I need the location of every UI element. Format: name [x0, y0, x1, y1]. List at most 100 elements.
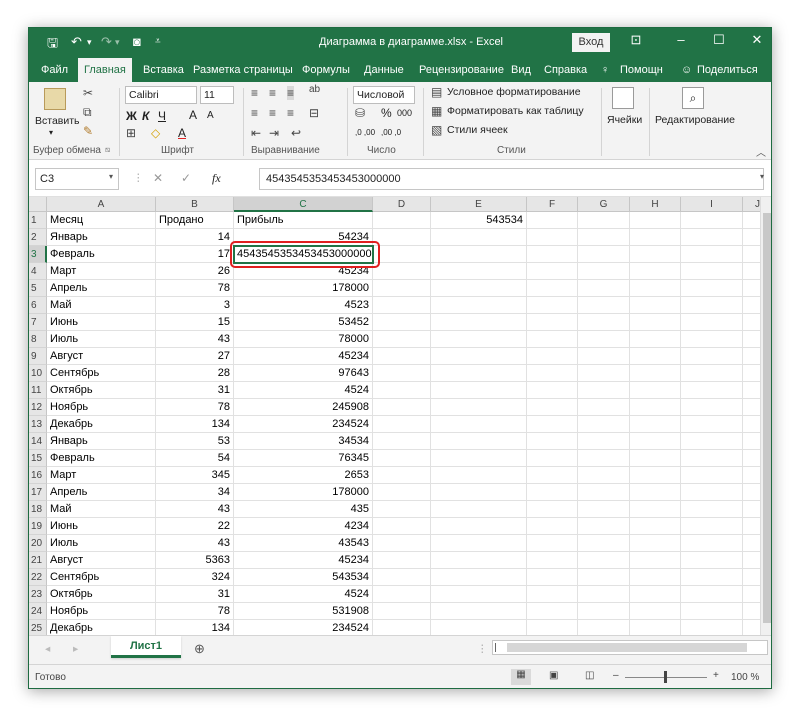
cell-h6[interactable] — [630, 297, 681, 314]
cell-h12[interactable] — [630, 399, 681, 416]
zoom-out-icon[interactable]: – — [613, 670, 619, 681]
zoom-in-icon[interactable]: + — [713, 670, 719, 681]
cell-d11[interactable] — [373, 382, 431, 399]
cell-g4[interactable] — [578, 263, 630, 280]
row-header[interactable]: 22 — [29, 569, 47, 586]
decrease-decimal-button[interactable]: ,00 ,0 — [381, 128, 401, 137]
cell-d24[interactable] — [373, 603, 431, 620]
share-icon[interactable]: ☺ — [679, 58, 694, 82]
cell-d7[interactable] — [373, 314, 431, 331]
cell-c7[interactable]: 53452 — [234, 314, 373, 331]
cell-f4[interactable] — [527, 263, 578, 280]
expand-formula-icon[interactable]: ▾ — [760, 172, 764, 181]
cell-c8[interactable]: 78000 — [234, 331, 373, 348]
row-header[interactable]: 23 — [29, 586, 47, 603]
thousands-button[interactable]: 000 — [397, 108, 412, 118]
increase-indent-icon[interactable]: ⇥ — [269, 126, 279, 140]
cell-a12[interactable]: Ноябрь — [47, 399, 156, 416]
tab-data[interactable]: Данные — [362, 58, 406, 82]
cell-h5[interactable] — [630, 280, 681, 297]
cell-g14[interactable] — [578, 433, 630, 450]
cell-c23[interactable]: 4524 — [234, 586, 373, 603]
cell-d18[interactable] — [373, 501, 431, 518]
cell-i16[interactable] — [681, 467, 743, 484]
cell-a22[interactable]: Сентябрь — [47, 569, 156, 586]
tab-help[interactable]: Справка — [542, 58, 589, 82]
cells-button[interactable]: Ячейки — [607, 114, 642, 126]
cell-f13[interactable] — [527, 416, 578, 433]
cell-f11[interactable] — [527, 382, 578, 399]
cell-c16[interactable]: 2653 — [234, 467, 373, 484]
row-header[interactable]: 15 — [29, 450, 47, 467]
tab-insert[interactable]: Вставка — [141, 58, 186, 82]
cell-h16[interactable] — [630, 467, 681, 484]
cell-c1[interactable]: Прибыль — [234, 212, 373, 229]
drag-handle-icon[interactable]: ⋮ — [133, 172, 144, 184]
name-box-dropdown-icon[interactable]: ▾ — [109, 172, 113, 181]
row-header[interactable]: 16 — [29, 467, 47, 484]
cell-f22[interactable] — [527, 569, 578, 586]
name-box[interactable]: C3 — [35, 168, 119, 190]
cell-f6[interactable] — [527, 297, 578, 314]
cell-d5[interactable] — [373, 280, 431, 297]
cell-g6[interactable] — [578, 297, 630, 314]
column-header-b[interactable]: B — [156, 197, 234, 212]
cell-d15[interactable] — [373, 450, 431, 467]
cell-h1[interactable] — [630, 212, 681, 229]
cell-a1[interactable]: Месяц — [47, 212, 156, 229]
next-sheet-icon[interactable]: ▸ — [73, 643, 78, 655]
cell-i21[interactable] — [681, 552, 743, 569]
cell-e11[interactable] — [431, 382, 527, 399]
cell-d19[interactable] — [373, 518, 431, 535]
cell-i6[interactable] — [681, 297, 743, 314]
cell-a24[interactable]: Ноябрь — [47, 603, 156, 620]
cell-d22[interactable] — [373, 569, 431, 586]
cell-e2[interactable] — [431, 229, 527, 246]
collapse-ribbon-icon[interactable]: ︿ — [756, 144, 766, 159]
row-header[interactable]: 25 — [29, 620, 47, 635]
cell-e6[interactable] — [431, 297, 527, 314]
cell-c12[interactable]: 245908 — [234, 399, 373, 416]
cell-a15[interactable]: Февраль — [47, 450, 156, 467]
cell-h11[interactable] — [630, 382, 681, 399]
cell-c15[interactable]: 76345 — [234, 450, 373, 467]
column-header-h[interactable]: H — [630, 197, 681, 212]
cell-g1[interactable] — [578, 212, 630, 229]
cell-h19[interactable] — [630, 518, 681, 535]
tab-review[interactable]: Рецензирование — [417, 58, 506, 82]
cell-c24[interactable]: 531908 — [234, 603, 373, 620]
cell-b17[interactable]: 34 — [156, 484, 234, 501]
copy-icon[interactable]: ⧉ — [83, 105, 92, 120]
cell-d9[interactable] — [373, 348, 431, 365]
cell-b14[interactable]: 53 — [156, 433, 234, 450]
page-layout-view-icon[interactable]: ▣ — [549, 670, 558, 681]
normal-view-icon[interactable]: ▦ — [511, 669, 531, 685]
camera-icon[interactable]: ◙ — [133, 34, 141, 49]
fill-color-icon[interactable]: ◇ — [151, 126, 160, 140]
row-header[interactable]: 20 — [29, 535, 47, 552]
underline-button[interactable]: Ч — [158, 109, 166, 123]
cell-a8[interactable]: Июль — [47, 331, 156, 348]
cell-e8[interactable] — [431, 331, 527, 348]
cell-f20[interactable] — [527, 535, 578, 552]
cell-f18[interactable] — [527, 501, 578, 518]
hscroll-left-icon[interactable] — [495, 643, 503, 652]
tab-formulas[interactable]: Формулы — [300, 58, 352, 82]
redo-dropdown-icon[interactable]: ▾ — [115, 37, 120, 48]
conditional-format-icon[interactable]: ▤ — [431, 85, 442, 99]
cell-c5[interactable]: 178000 — [234, 280, 373, 297]
cell-g17[interactable] — [578, 484, 630, 501]
customize-icon[interactable]: ⩡ — [155, 36, 161, 47]
cell-f3[interactable] — [527, 246, 578, 263]
row-header[interactable]: 11 — [29, 382, 47, 399]
cell-a21[interactable]: Август — [47, 552, 156, 569]
paste-button[interactable]: Вставить — [35, 115, 80, 127]
cell-i22[interactable] — [681, 569, 743, 586]
cell-b1[interactable]: Продано — [156, 212, 234, 229]
cell-c25[interactable]: 234524 — [234, 620, 373, 635]
cell-g9[interactable] — [578, 348, 630, 365]
cell-b25[interactable]: 134 — [156, 620, 234, 635]
cell-a16[interactable]: Март — [47, 467, 156, 484]
cell-d4[interactable] — [373, 263, 431, 280]
cell-b23[interactable]: 31 — [156, 586, 234, 603]
